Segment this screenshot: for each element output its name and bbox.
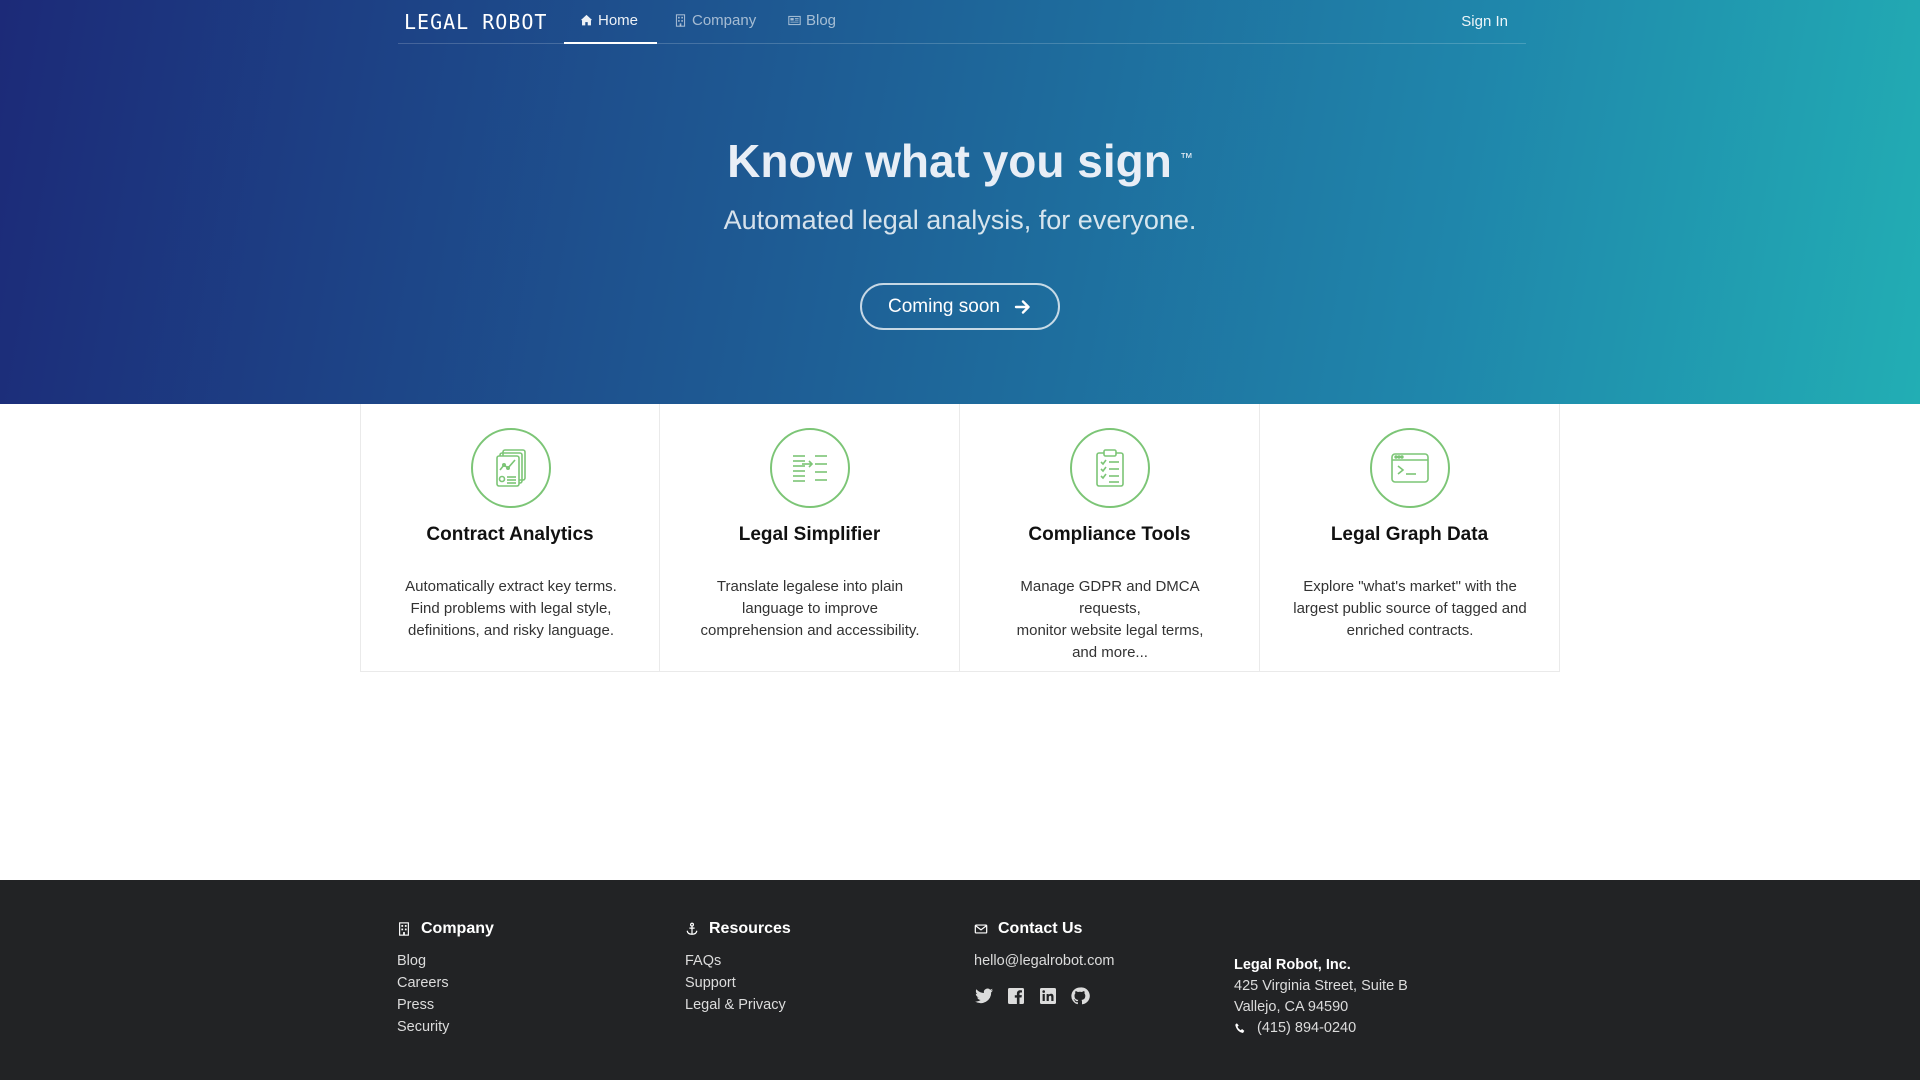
footer-link-press[interactable]: Press: [397, 994, 494, 1016]
hero-title: Know what you sign ™: [0, 134, 1920, 188]
envelope-icon: [974, 924, 988, 934]
footer-company-column: Company Blog Careers Press Security: [397, 920, 494, 1038]
footer-contact-column: Contact Us hello@legalrobot.com: [974, 920, 1114, 1006]
feature-desc-line: comprehension and accessibility.: [700, 622, 920, 639]
footer-heading-label: Resources: [709, 920, 791, 937]
building-icon: [399, 922, 409, 936]
feature-title: Legal Graph Data: [1330, 524, 1489, 545]
legal-simplifier-icon: [770, 428, 850, 508]
footer-link-careers[interactable]: Careers: [397, 972, 494, 994]
feature-desc-line: Explore "what's market" with the: [1303, 578, 1517, 595]
feature-desc-line: Translate legalese into plain: [716, 578, 904, 595]
feature-title: Legal Simplifier: [738, 524, 881, 545]
footer-heading-label: Company: [421, 920, 494, 937]
github-icon[interactable]: [1070, 986, 1090, 1006]
phone-number-text: (415) 894-0240: [1257, 1020, 1357, 1036]
feature-card-legal-graph-data: Legal Graph Data Explore "what's market"…: [1260, 404, 1560, 672]
feature-desc-line: monitor website legal terms,: [1016, 622, 1204, 639]
hero-title-text: Know what you sign: [727, 135, 1172, 187]
nav-home[interactable]: Home: [564, 12, 657, 44]
social-links: [974, 986, 1114, 1006]
coming-soon-label: Coming soon: [888, 295, 1000, 317]
home-icon: [580, 14, 593, 26]
footer-resources-heading: Resources: [685, 920, 791, 938]
contract-analytics-icon: [471, 428, 551, 508]
company-name: Legal Robot, Inc.: [1234, 957, 1351, 973]
footer-heading-label: Contact Us: [998, 920, 1083, 937]
nav-blog[interactable]: Blog: [788, 12, 836, 44]
anchor-icon: [686, 922, 698, 935]
feature-desc-line: and more...: [1072, 644, 1148, 661]
coming-soon-button[interactable]: Coming soon: [860, 283, 1060, 330]
feature-description: Translate legalese into plain language t…: [690, 576, 930, 642]
street-address: 425 Virginia Street, Suite B: [1234, 978, 1408, 994]
facebook-icon[interactable]: [1006, 986, 1026, 1006]
feature-title: Compliance Tools: [1028, 524, 1191, 545]
feature-desc-line: Manage GDPR and DMCA requests,: [1020, 578, 1200, 617]
nav-company-label: Company: [692, 12, 757, 29]
footer-contact-heading: Contact Us: [974, 920, 1114, 938]
phone-number[interactable]: (415) 894-0240: [1234, 1018, 1408, 1039]
footer-link-security[interactable]: Security: [397, 1016, 494, 1038]
footer-link-support[interactable]: Support: [685, 972, 791, 994]
footer-link-faqs[interactable]: FAQs: [685, 950, 791, 972]
hero-subtitle: Automated legal analysis, for everyone.: [723, 205, 1197, 235]
footer-resources-column: Resources FAQs Support Legal & Privacy: [685, 920, 791, 1016]
feature-description: Manage GDPR and DMCA requests, monitor w…: [990, 576, 1230, 664]
feature-desc-line: enriched contracts.: [1346, 622, 1474, 639]
nav-blog-label: Blog: [806, 12, 837, 29]
feature-desc-line: language to improve: [742, 600, 878, 617]
hero-banner: LEGAL ROBOT Home Company Blog Sign In Kn…: [0, 0, 1920, 404]
feature-card-compliance-tools: Compliance Tools Manage GDPR and DMCA re…: [960, 404, 1260, 672]
city-address: Vallejo, CA 94590: [1234, 999, 1349, 1015]
newspaper-icon: [788, 15, 801, 26]
features-row: Contract Analytics Automatically extract…: [360, 404, 1560, 672]
arrow-right-icon: [1014, 299, 1030, 314]
twitter-icon[interactable]: [974, 986, 994, 1006]
feature-desc-line: Find problems with legal style,: [410, 600, 612, 617]
feature-desc-line: largest public source of tagged and: [1293, 600, 1527, 617]
trademark-symbol: ™: [1179, 150, 1193, 165]
contact-email-link[interactable]: hello@legalrobot.com: [974, 950, 1114, 972]
footer-address-column: Legal Robot, Inc. 425 Virginia Street, S…: [1234, 954, 1408, 1039]
feature-desc-line: definitions, and risky language.: [408, 622, 614, 639]
nav-home-label: Home: [598, 12, 639, 29]
building-icon: [675, 14, 686, 27]
linkedin-icon[interactable]: [1038, 986, 1058, 1006]
terminal-window-icon: [1370, 428, 1450, 508]
footer-link-blog[interactable]: Blog: [397, 950, 494, 972]
feature-card-legal-simplifier: Legal Simplifier Translate legalese into…: [660, 404, 960, 672]
site-footer: Company Blog Careers Press Security Reso…: [0, 880, 1920, 1080]
feature-description: Automatically extract key terms. Find pr…: [391, 576, 631, 642]
footer-link-legal-privacy[interactable]: Legal & Privacy: [685, 994, 791, 1016]
nav-company[interactable]: Company: [674, 12, 756, 44]
compliance-checklist-icon: [1070, 428, 1150, 508]
sign-in-link[interactable]: Sign In: [1461, 13, 1508, 30]
feature-description: Explore "what's market" with the largest…: [1290, 576, 1530, 642]
footer-company-heading: Company: [397, 920, 494, 938]
feature-title: Contract Analytics: [426, 524, 594, 545]
top-nav: LEGAL ROBOT Home Company Blog Sign In: [398, 0, 1526, 44]
logo[interactable]: LEGAL ROBOT: [404, 10, 547, 34]
feature-desc-line: Automatically extract key terms.: [405, 578, 617, 595]
feature-card-contract-analytics: Contract Analytics Automatically extract…: [360, 404, 660, 672]
phone-icon: [1235, 1023, 1245, 1033]
